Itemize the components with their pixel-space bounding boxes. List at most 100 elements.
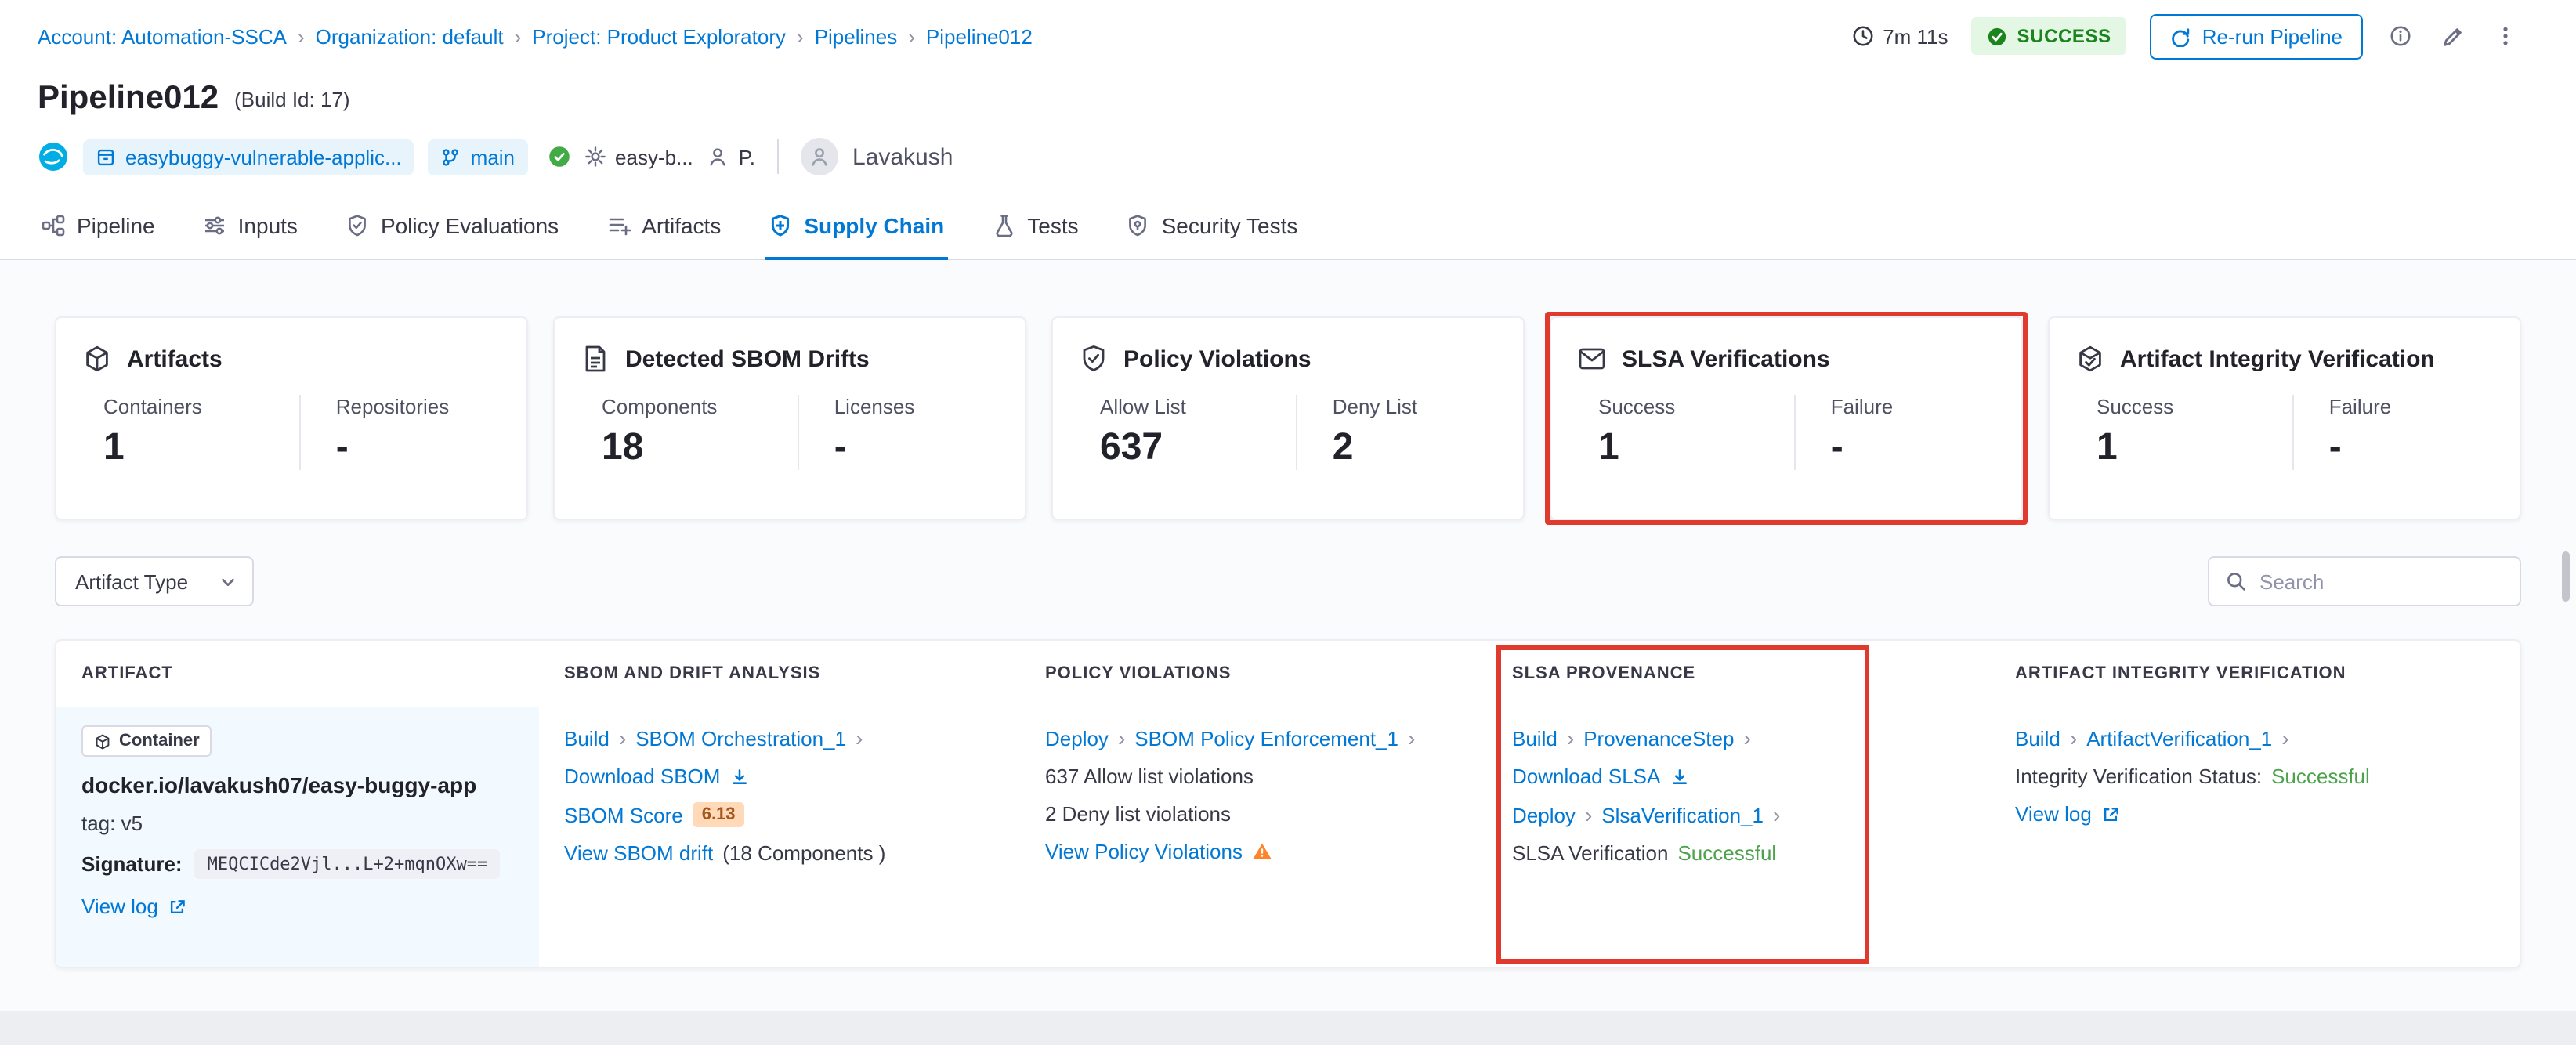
gear-icon [584, 146, 606, 168]
slsa-status-value: Successful [1677, 841, 1777, 865]
warning-triangle-icon [1252, 841, 1272, 862]
user-avatar[interactable] [800, 138, 838, 175]
tab-policy-evaluations[interactable]: Policy Evaluations [342, 213, 562, 260]
card-title: Artifacts [127, 345, 223, 372]
top-bar-actions: 7m 11s SUCCESS Re-run Pipeline [1851, 13, 2520, 59]
tab-security-tests[interactable]: Security Tests [1123, 213, 1301, 260]
stat-label: Success [2097, 395, 2174, 418]
column-header-artifact: ARTIFACT [81, 664, 173, 683]
filter-row: Artifact Type [55, 556, 2521, 606]
view-policy-violations-link[interactable]: View Policy Violations [1045, 840, 1243, 863]
step-link[interactable]: SBOM Policy Enforcement_1 [1134, 726, 1398, 750]
search-input[interactable] [2259, 570, 2504, 593]
container-type-chip: Container [81, 725, 212, 757]
card-policy-violations: Policy Violations Allow List 637 Deny Li… [1051, 316, 1525, 520]
slsa-status-label: SLSA Verification [1512, 841, 1669, 865]
sbom-score-link[interactable]: SBOM Score [564, 803, 683, 826]
title-row: Pipeline012 (Build Id: 17) [0, 72, 2576, 125]
build-id-label: (Build Id: 17) [234, 87, 350, 110]
breadcrumb-project[interactable]: Project: Product Exploratory [532, 24, 786, 48]
chevron-separator-icon [298, 24, 305, 48]
download-sbom-link[interactable]: Download SBOM [564, 765, 720, 788]
search-icon [2225, 570, 2247, 592]
tab-inputs[interactable]: Inputs [199, 213, 301, 260]
download-slsa-link[interactable]: Download SLSA [1512, 765, 1660, 788]
step-link[interactable]: SlsaVerification_1 [1601, 803, 1764, 826]
scrollbar-thumb[interactable] [2562, 551, 2570, 602]
breadcrumb-pipelines[interactable]: Pipelines [815, 24, 898, 48]
stage-link[interactable]: Build [2015, 726, 2060, 750]
stat-label: Repositories [335, 395, 450, 418]
sbom-document-icon [580, 343, 611, 374]
table-row: Container docker.io/lavakush07/easy-bugg… [56, 707, 2520, 967]
allow-list-violations: 637 Allow list violations [1045, 765, 1254, 788]
service-meta[interactable]: easy-b... [584, 145, 693, 168]
rerun-pipeline-button[interactable]: Re-run Pipeline [2150, 13, 2363, 59]
artifact-type-select[interactable]: Artifact Type [55, 556, 255, 606]
stat-value: 18 [602, 426, 644, 468]
slsa-envelope-icon [1576, 343, 1608, 374]
step-link[interactable]: SBOM Orchestration_1 [635, 726, 846, 750]
branch-name: main [470, 145, 516, 168]
column-header-integrity: ARTIFACT INTEGRITY VERIFICATION [2015, 664, 2346, 683]
info-button[interactable] [2386, 22, 2415, 50]
integrity-status-label: Integrity Verification Status: [2015, 765, 2263, 788]
chevron-right-icon [2281, 725, 2288, 750]
person-meta[interactable]: P. [707, 145, 755, 168]
repository-icon [96, 146, 116, 167]
view-log-link[interactable]: View log [81, 895, 158, 918]
chevron-right-icon [1743, 725, 1750, 750]
branch-chip[interactable]: main [428, 139, 528, 175]
view-sbom-drift-link[interactable]: View SBOM drift [564, 841, 713, 865]
artifacts-cube-icon [81, 343, 113, 374]
breadcrumb-organization[interactable]: Organization: default [316, 24, 504, 48]
chevron-right-icon [1118, 725, 1125, 750]
view-log-link[interactable]: View log [2015, 802, 2092, 826]
chevron-right-icon [1567, 725, 1574, 750]
stage-link[interactable]: Build [564, 726, 610, 750]
artifact-tag: tag: v5 [81, 812, 143, 835]
stat-value: 2 [1332, 426, 1354, 468]
flask-icon [991, 213, 1016, 238]
app-surface: Account: Automation-SSCA Organization: d… [0, 0, 2576, 1011]
list-plus-icon [606, 213, 631, 238]
kebab-menu-button[interactable] [2491, 22, 2520, 50]
chevron-down-icon [219, 573, 237, 590]
status-text: SUCCESS [2017, 25, 2111, 47]
tab-label: Policy Evaluations [380, 213, 559, 238]
stat-value: 637 [1100, 426, 1163, 468]
edit-pencil-button[interactable] [2438, 21, 2468, 51]
top-bar: Account: Automation-SSCA Organization: d… [0, 0, 2576, 72]
security-shield-icon [1126, 213, 1151, 238]
chevron-right-icon [1773, 802, 1780, 827]
signature-value: MEQCICde2Vjl...L+2+mqnOXw== [194, 849, 501, 879]
check-circle-icon [1988, 26, 2008, 46]
signature-label: Signature: [81, 852, 183, 876]
chevron-separator-icon [797, 24, 804, 48]
chevron-right-icon [856, 725, 863, 750]
chevron-right-icon [619, 725, 626, 750]
repository-chip[interactable]: easybuggy-vulnerable-applic... [83, 139, 414, 175]
tab-artifacts[interactable]: Artifacts [602, 213, 724, 260]
tab-supply-chain[interactable]: Supply Chain [765, 213, 948, 260]
step-link[interactable]: ArtifactVerification_1 [2086, 726, 2272, 750]
column-header-slsa: SLSA PROVENANCE [1512, 664, 1696, 683]
download-icon [1670, 767, 1688, 786]
stage-link[interactable]: Deploy [1512, 803, 1576, 826]
breadcrumb-account[interactable]: Account: Automation-SSCA [38, 24, 287, 48]
breadcrumb-pipeline012[interactable]: Pipeline012 [926, 24, 1033, 48]
stat-value: 1 [103, 426, 125, 468]
service-name: easy-b... [615, 145, 693, 168]
stage-link[interactable]: Build [1512, 726, 1558, 750]
cell-slsa-provenance: Build ProvenanceStep Download SLSA [1487, 707, 1990, 967]
rerun-label: Re-run Pipeline [2202, 24, 2343, 48]
page-title: Pipeline012 [38, 80, 219, 116]
step-link[interactable]: ProvenanceStep [1583, 726, 1734, 750]
tab-tests[interactable]: Tests [988, 213, 1081, 260]
stat-label: Success [1598, 395, 1676, 418]
cell-policy-violations: Deploy SBOM Policy Enforcement_1 637 All… [1020, 707, 1487, 967]
card-artifacts: Artifacts Containers 1 Repositories - [55, 316, 528, 520]
tab-pipeline[interactable]: Pipeline [38, 213, 158, 260]
pipeline-meta-row: easybuggy-vulnerable-applic... main easy… [0, 125, 2576, 188]
stage-link[interactable]: Deploy [1045, 726, 1109, 750]
